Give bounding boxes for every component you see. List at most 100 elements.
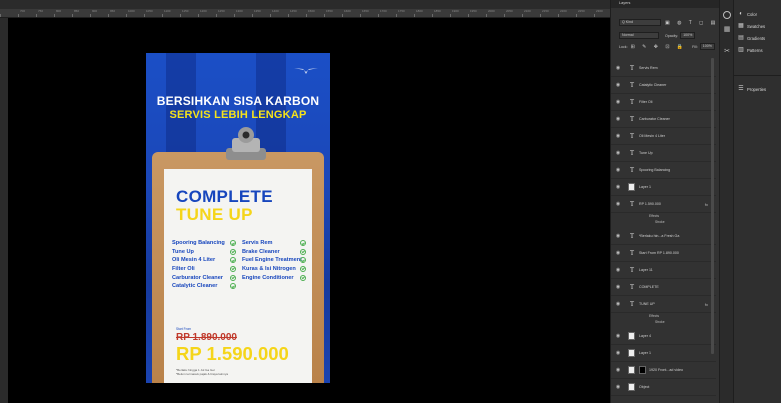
layer-row[interactable]: ◉ Layer 1 xyxy=(611,345,716,362)
panel-patterns[interactable]: ▥ Patterns xyxy=(738,47,762,53)
ruler-number: 900 xyxy=(92,9,98,13)
panel-swatches[interactable]: ▦ Swatches xyxy=(738,23,765,29)
layer-thumbnail xyxy=(628,332,635,340)
layer-effects-icon[interactable]: fx xyxy=(705,302,708,307)
layers-tab[interactable]: Layers xyxy=(619,1,630,5)
service-item: Engine Conditioner xyxy=(242,273,306,282)
panel-color[interactable]: ◐ Color xyxy=(738,11,757,17)
title-tune-up: TUNE UP xyxy=(176,205,253,224)
layer-row[interactable]: ◉ T Start From RP 1.890.000 xyxy=(611,245,716,262)
visibility-eye-icon[interactable]: ◉ xyxy=(611,367,625,373)
adjustments-icon[interactable]: ✂ xyxy=(723,48,731,56)
ruler-number: 1400 xyxy=(272,9,279,13)
filter-kind-select[interactable]: Q Kind xyxy=(619,19,661,26)
check-icon xyxy=(230,274,236,281)
layer-row[interactable]: ◉ T Filter Oli xyxy=(611,94,716,111)
color-icon[interactable] xyxy=(723,11,731,19)
visibility-eye-icon[interactable]: ◉ xyxy=(611,284,625,290)
check-icon xyxy=(300,274,306,281)
visibility-eye-icon[interactable]: ◉ xyxy=(611,167,625,173)
layer-row[interactable]: ◉ T Carburator Cleaner xyxy=(611,111,716,128)
layer-thumbnail xyxy=(628,349,635,357)
visibility-eye-icon[interactable]: ◉ xyxy=(611,333,625,339)
visibility-eye-icon[interactable]: ◉ xyxy=(611,233,625,239)
layers-scrollbar[interactable] xyxy=(711,58,714,354)
visibility-eye-icon[interactable]: ◉ xyxy=(611,384,625,390)
filter-icons[interactable]: ▣ ◍ T ◻ ▤ xyxy=(665,20,718,26)
layer-row[interactable]: ◉ T Oli Mesin 4 Liter xyxy=(611,128,716,145)
start-from-label: Start From xyxy=(176,327,192,331)
properties-icon: ☰ xyxy=(738,86,744,92)
patterns-icon: ▥ xyxy=(738,47,744,53)
ruler-number: 1200 xyxy=(200,9,207,13)
visibility-eye-icon[interactable]: ◉ xyxy=(611,133,625,139)
lock-icons[interactable]: ⊞ ✎ ✥ ⊡ 🔒 xyxy=(631,44,687,50)
visibility-eye-icon[interactable]: ◉ xyxy=(611,82,625,88)
visibility-eye-icon[interactable]: ◉ xyxy=(611,250,625,256)
layer-mask-thumbnail xyxy=(639,366,646,374)
check-icon xyxy=(230,248,236,255)
layer-effects-icon[interactable]: fx xyxy=(705,202,708,207)
layer-row[interactable]: ◉ T Spooring Balancing xyxy=(611,162,716,179)
ruler-number: 1150 xyxy=(182,9,189,13)
layer-row[interactable]: ◉ T RP 1.590.000 fx xyxy=(611,196,716,213)
ruler-number: 1450 xyxy=(290,9,297,13)
visibility-eye-icon[interactable]: ◉ xyxy=(611,201,625,207)
poster-artwork[interactable]: BERSIHKAN SISA KARBON SERVIS LEBIH LENGK… xyxy=(146,53,330,383)
layer-row[interactable]: ◉ T Catalytic Cleaner xyxy=(611,77,716,94)
layer-name: Catalytic Cleaner xyxy=(639,83,667,87)
visibility-eye-icon[interactable]: ◉ xyxy=(611,116,625,122)
layer-name: Layer 4 xyxy=(639,334,651,338)
layer-row[interactable]: ◉ T COMPLETE xyxy=(611,279,716,296)
service-item: Kuras & Isi Nitrogen xyxy=(242,265,306,274)
ruler-number: 1500 xyxy=(308,9,315,13)
layer-row[interactable]: ◉ Object xyxy=(611,379,716,396)
layer-row[interactable]: ◉ T *Berlaku hin...a Fresh Ga xyxy=(611,228,716,245)
visibility-eye-icon[interactable]: ◉ xyxy=(611,267,625,273)
new-price: RP 1.590.000 xyxy=(176,343,289,364)
layer-name: Spooring Balancing xyxy=(639,168,671,172)
ruler-number: 850 xyxy=(74,9,80,13)
collapsed-panels: ◐ Color ▦ Swatches ▤ Gradients ▥ Patterns ☰ P… xyxy=(733,0,781,403)
layer-row[interactable]: ◉ T Servis Rem xyxy=(611,60,716,77)
swatches-icon[interactable]: ▦ xyxy=(723,26,731,34)
ruler-number: 1950 xyxy=(470,9,477,13)
visibility-eye-icon[interactable]: ◉ xyxy=(611,99,625,105)
layer-name: Layer 1 xyxy=(639,185,651,189)
opacity-field[interactable]: 100% xyxy=(680,32,696,39)
visibility-eye-icon[interactable]: ◉ xyxy=(611,350,625,356)
ruler-numbers: 700 750 800 850 900 950 1000 1050 1100 1150 1200 12… xyxy=(0,9,610,17)
service-item: Tune Up xyxy=(172,248,236,257)
panel-gradients[interactable]: ▤ Gradients xyxy=(738,35,765,41)
panel-properties[interactable]: ☰ Properties xyxy=(738,86,766,92)
layer-name: Servis Rem xyxy=(639,66,658,70)
ruler-number: 1250 xyxy=(218,9,225,13)
layer-name: Oli Mesin 4 Liter xyxy=(639,134,665,138)
stroke-effect-label[interactable]: Stroke xyxy=(655,320,665,324)
layer-row[interactable]: ◉ T TUNE UP fx xyxy=(611,296,716,313)
check-icon xyxy=(230,283,236,290)
horizontal-ruler: 700 750 800 850 900 950 1000 1050 1100 1150 1200 12… xyxy=(0,9,610,18)
fill-field[interactable]: 100% xyxy=(699,43,715,50)
layer-row[interactable]: ◉ 1920 Front...ad video xyxy=(611,362,716,379)
stroke-effect-label[interactable]: Stroke xyxy=(655,220,665,224)
layer-row[interactable]: ◉ T Tune Up xyxy=(611,145,716,162)
services-right-list: Servis Rem Brake Cleaner Fuel Engine Tre… xyxy=(242,239,306,282)
visibility-eye-icon[interactable]: ◉ xyxy=(611,150,625,156)
layer-name: RP 1.590.000 xyxy=(639,202,661,206)
check-icon xyxy=(230,257,236,264)
layer-row[interactable]: ◉ T Layer 11 xyxy=(611,262,716,279)
ruler-number: 2000 xyxy=(488,9,495,13)
layer-row[interactable]: ◉ Layer 1 xyxy=(611,179,716,196)
visibility-eye-icon[interactable]: ◉ xyxy=(611,65,625,71)
panel-divider xyxy=(734,75,781,76)
blend-mode-select[interactable]: Normal xyxy=(619,32,659,39)
service-item: Oli Mesin 4 Liter xyxy=(172,256,236,265)
visibility-eye-icon[interactable]: ◉ xyxy=(611,301,625,307)
layer-row[interactable]: ◉ Layer 4 xyxy=(611,328,716,345)
blend-opacity-row: Normal Opacity: 100% xyxy=(619,32,696,39)
note-line: *Belum termasuk pajak & biaya lainnya xyxy=(176,372,229,376)
text-layer-icon: T xyxy=(629,266,635,274)
layer-name: 1920 Front...ad video xyxy=(649,368,683,372)
visibility-eye-icon[interactable]: ◉ xyxy=(611,184,625,190)
